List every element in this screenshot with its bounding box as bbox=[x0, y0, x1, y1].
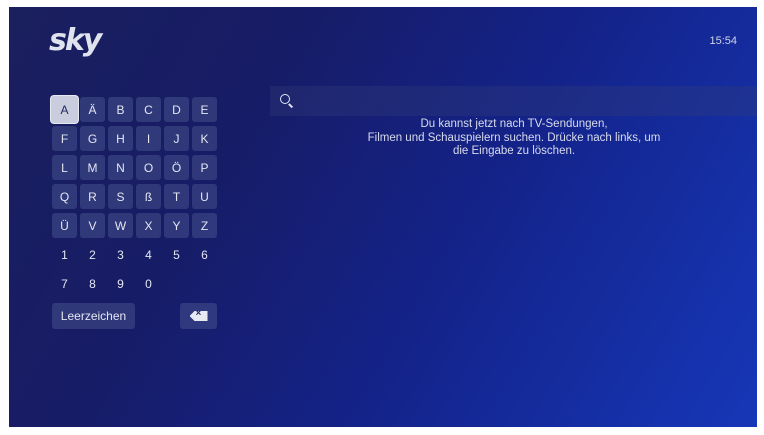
key-Q[interactable]: Q bbox=[52, 184, 77, 209]
key-5[interactable]: 5 bbox=[164, 242, 189, 267]
key-V[interactable]: V bbox=[80, 213, 105, 238]
key-A[interactable]: A bbox=[51, 96, 78, 123]
key-6[interactable]: 6 bbox=[192, 242, 217, 267]
search-hint-line: die Eingabe zu löschen. bbox=[452, 145, 576, 157]
key-M[interactable]: M bbox=[80, 155, 105, 180]
key-L[interactable]: L bbox=[52, 155, 77, 180]
key-Y[interactable]: Y bbox=[164, 213, 189, 238]
key-B[interactable]: B bbox=[108, 97, 133, 122]
key-0[interactable]: 0 bbox=[136, 271, 161, 296]
key-3[interactable]: 3 bbox=[108, 242, 133, 267]
key-W[interactable]: W bbox=[108, 213, 133, 238]
key-1[interactable]: 1 bbox=[52, 242, 77, 267]
tv-screen: sky 15:54 Du kannst jetzt nach TV-Sendun… bbox=[9, 7, 757, 427]
key-Ö[interactable]: Ö bbox=[164, 155, 189, 180]
key-I[interactable]: I bbox=[136, 126, 161, 151]
backspace-icon: × bbox=[189, 311, 208, 321]
key-Ü[interactable]: Ü bbox=[52, 213, 77, 238]
search-hint-line: Du kannst jetzt nach TV-Sendungen, bbox=[420, 118, 608, 130]
key-C[interactable]: C bbox=[136, 97, 161, 122]
key-9[interactable]: 9 bbox=[108, 271, 133, 296]
search-icon bbox=[280, 94, 290, 104]
search-hint-line: Filmen und Schauspielern suchen. Drücke … bbox=[367, 131, 661, 144]
key-T[interactable]: T bbox=[164, 184, 189, 209]
key-4[interactable]: 4 bbox=[136, 242, 161, 267]
key-7[interactable]: 7 bbox=[52, 271, 77, 296]
key-P[interactable]: P bbox=[192, 155, 217, 180]
key-G[interactable]: G bbox=[80, 126, 105, 151]
key-N[interactable]: N bbox=[108, 155, 133, 180]
sky-logo: sky bbox=[49, 23, 102, 58]
backspace-key[interactable]: × bbox=[180, 303, 217, 329]
key-Ä[interactable]: Ä bbox=[80, 97, 105, 122]
key-D[interactable]: D bbox=[164, 97, 189, 122]
key-H[interactable]: H bbox=[108, 126, 133, 151]
key-E[interactable]: E bbox=[192, 97, 217, 122]
key-K[interactable]: K bbox=[192, 126, 217, 151]
search-hint: Du kannst jetzt nach TV-Sendungen, Filme… bbox=[315, 118, 713, 159]
key-R[interactable]: R bbox=[80, 184, 105, 209]
key-O[interactable]: O bbox=[136, 155, 161, 180]
key-S[interactable]: S bbox=[108, 184, 133, 209]
clock: 15:54 bbox=[709, 35, 737, 47]
search-field[interactable] bbox=[270, 86, 757, 116]
key-Z[interactable]: Z bbox=[192, 213, 217, 238]
key-U[interactable]: U bbox=[192, 184, 217, 209]
key-F[interactable]: F bbox=[52, 126, 77, 151]
key-8[interactable]: 8 bbox=[80, 271, 105, 296]
key-2[interactable]: 2 bbox=[80, 242, 105, 267]
space-key[interactable]: Leerzeichen bbox=[52, 303, 135, 329]
key-J[interactable]: J bbox=[164, 126, 189, 151]
key-X[interactable]: X bbox=[136, 213, 161, 238]
key-ß[interactable]: ß bbox=[136, 184, 161, 209]
